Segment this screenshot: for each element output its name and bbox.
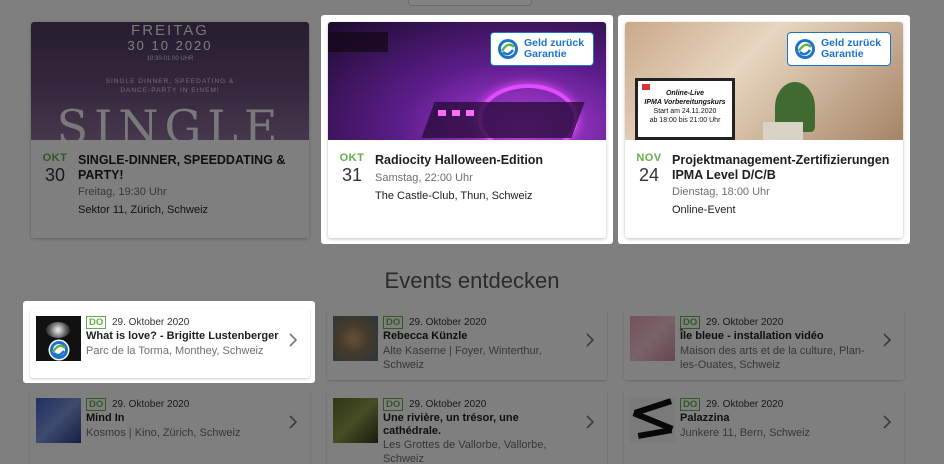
- event-poster-image: Online-Live IPMA Vorbereitungskurs Start…: [625, 22, 903, 140]
- chevron-right-icon: [883, 333, 892, 347]
- event-title: Palazzina: [680, 412, 730, 424]
- event-thumbnail: [36, 398, 81, 443]
- weekday-tag: DO: [383, 398, 404, 411]
- event-date: 29. Oktober 2020: [409, 399, 487, 410]
- event-day: 24: [638, 165, 660, 185]
- event-title: Rebecca Künzle: [383, 330, 468, 342]
- guarantee-logo-icon: [498, 39, 518, 59]
- event-place: Sektor 11, Zürich, Schweiz: [78, 204, 209, 216]
- event-time: Samstag, 22:00 Uhr: [375, 172, 473, 184]
- poster-text: FREITAG: [131, 22, 209, 39]
- event-thumbnail: [630, 316, 675, 361]
- poster-text: Online-Live: [665, 90, 705, 97]
- weekday-tag: DO: [86, 316, 107, 329]
- chevron-right-icon: [586, 415, 595, 429]
- weekday-tag: DO: [383, 316, 404, 329]
- badge-line: Garantie: [524, 48, 567, 60]
- event-time: Freitag, 19:30 Uhr: [78, 186, 167, 198]
- chevron-right-icon: [289, 415, 298, 429]
- event-date: 29. Oktober 2020: [409, 317, 487, 328]
- event-title: Mind In: [86, 412, 125, 424]
- poster-text: SINGLE: [56, 100, 284, 140]
- event-location: Les Grottes de Vallorbe, Vallorbe, Schwe…: [383, 439, 547, 464]
- event-thumbnail: [36, 316, 81, 361]
- event-title[interactable]: SINGLE-DINNER, SPEEDDATING & PARTY!: [78, 153, 301, 183]
- featured-event-card[interactable]: Online-Live IPMA Vorbereitungskurs Start…: [625, 22, 903, 238]
- event-thumbnail: [630, 398, 675, 443]
- event-month: OKT: [339, 152, 365, 164]
- event-list-item[interactable]: DO 29. Oktober 2020 Île bleue - installa…: [624, 308, 904, 380]
- event-list-item[interactable]: DO 29. Oktober 2020 Palazzina Junkere 11…: [624, 390, 904, 464]
- poster-text: Start am 24.11.2020: [653, 108, 717, 115]
- event-location: Junkere 11, Bern, Schweiz: [680, 427, 811, 439]
- event-thumbnail: [333, 398, 378, 443]
- guarantee-logo-icon: [48, 339, 70, 361]
- poster-text: 30 10 2020: [127, 38, 213, 53]
- weekday-tag: DO: [86, 398, 107, 411]
- poster-text: SINGLE DINNER, SPEEDATING &: [105, 78, 235, 85]
- chevron-right-icon: [883, 415, 892, 429]
- event-month: OKT: [42, 152, 68, 164]
- event-location: Kosmos | Kino, Zürich, Schweiz: [86, 427, 241, 439]
- event-title: Une rivière, un trésor, une cathédrale.: [383, 412, 519, 437]
- event-location: Maison des arts et de la culture, Plan-l…: [680, 345, 865, 371]
- event-date: 29. Oktober 2020: [706, 317, 784, 328]
- poster-text: 19:30-01:00 UHR: [146, 56, 194, 62]
- event-list-item[interactable]: DO 29. Oktober 2020 Rebecca Künzle Alte …: [327, 308, 607, 380]
- laptop-screen: Online-Live IPMA Vorbereitungskurs Start…: [635, 78, 735, 140]
- weekday-tag: DO: [680, 316, 701, 329]
- poster-text: ab 18:00 bis 21:00 Uhr: [649, 117, 721, 124]
- poster-text: IPMA Vorbereitungskurs: [644, 99, 726, 106]
- event-location: Parc de la Torma, Monthey, Schweiz: [86, 345, 264, 357]
- event-date: 29. Oktober 2020: [112, 399, 190, 410]
- event-place: Online-Event: [672, 204, 736, 216]
- chevron-right-icon: [289, 333, 298, 347]
- event-list-item[interactable]: DO 29. Oktober 2020 What is love? - Brig…: [30, 308, 310, 378]
- top-button[interactable]: [408, 0, 532, 6]
- event-poster-image: FREITAG 30 10 2020 19:30-01:00 UHR SINGL…: [31, 22, 309, 140]
- event-title: What is love? - Brigitte Lustenberger: [86, 330, 279, 342]
- event-title: Île bleue - installation vidéo: [680, 330, 824, 342]
- event-place: The Castle-Club, Thun, Schweiz: [375, 190, 533, 202]
- badge-line: Garantie: [821, 48, 864, 60]
- poster-text: DANCE-PARTY IN EINEM!: [120, 87, 220, 94]
- section-title: Events entdecken: [384, 268, 560, 293]
- event-day: 31: [341, 165, 363, 185]
- event-title[interactable]: Radiocity Halloween-Edition: [375, 153, 598, 168]
- event-title[interactable]: Projektmanagement-Zertifizierungen IPMA …: [672, 153, 895, 183]
- event-thumbnail: [333, 316, 378, 361]
- money-back-badge: Geld zurück Garantie: [490, 32, 594, 66]
- event-list-item[interactable]: DO 29. Oktober 2020 Une rivière, un trés…: [327, 390, 607, 464]
- guarantee-logo-icon: [795, 39, 815, 59]
- featured-event-card[interactable]: FREITAG 30 10 2020 19:30-01:00 UHR SINGL…: [31, 22, 309, 238]
- featured-event-card[interactable]: Geld zurück Garantie OKT 31 Radiocity Hal…: [328, 22, 606, 238]
- event-month: NOV: [636, 152, 662, 164]
- weekday-tag: DO: [680, 398, 701, 411]
- event-date: 29. Oktober 2020: [706, 399, 784, 410]
- money-back-badge: Geld zurück Garantie: [787, 32, 891, 66]
- event-list-item[interactable]: DO 29. Oktober 2020 Mind In Kosmos | Kin…: [30, 390, 310, 464]
- event-location: Alte Kaserne | Foyer, Winterthur, Schwei…: [383, 345, 542, 371]
- event-poster-image: Geld zurück Garantie: [328, 22, 606, 140]
- chevron-right-icon: [586, 333, 595, 347]
- event-time: Dienstag, 18:00 Uhr: [672, 186, 770, 198]
- event-day: 30: [44, 165, 66, 185]
- event-date: 29. Oktober 2020: [112, 317, 190, 328]
